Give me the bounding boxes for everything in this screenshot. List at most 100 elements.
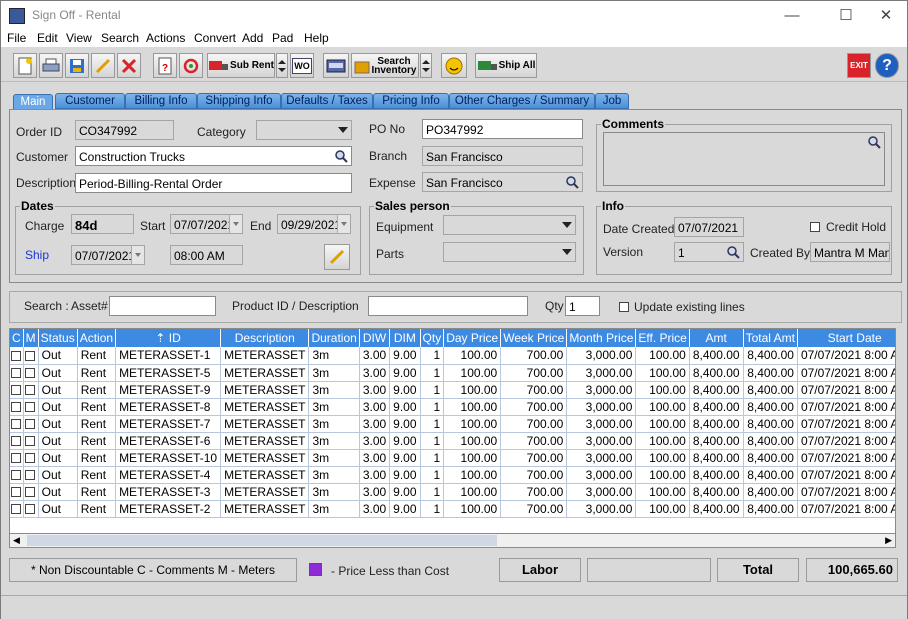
column-header[interactable]: M	[23, 329, 39, 347]
table-row[interactable]: Out Rent METERASSET-3 METERASSET 3m 3.00 9.00 1…	[10, 483, 895, 501]
tab-other-charges-summary[interactable]: Other Charges / Summary	[449, 93, 595, 109]
menu-convert[interactable]: Convert	[194, 31, 236, 45]
minimize-button[interactable]: —	[769, 1, 815, 30]
parts-dropdown[interactable]	[443, 242, 576, 262]
horizontal-scrollbar[interactable]: ◀ ▶	[9, 533, 896, 548]
equipment-dropdown[interactable]	[443, 215, 576, 235]
qty-input[interactable]: 1	[565, 296, 600, 316]
exit-button[interactable]: EXIT	[847, 53, 871, 78]
menu-add[interactable]: Add	[242, 31, 263, 45]
po-field[interactable]: PO347992	[422, 119, 583, 139]
asset-search-input[interactable]	[109, 296, 216, 316]
comment-checkbox[interactable]	[11, 385, 21, 396]
ship-date-field[interactable]: 07/07/2021	[71, 245, 145, 265]
table-row[interactable]: Out Rent METERASSET-5 METERASSET 3m 3.00 9.00 1…	[10, 364, 895, 382]
menu-edit[interactable]: Edit	[37, 31, 58, 45]
meter-checkbox[interactable]	[24, 402, 35, 413]
comment-checkbox[interactable]	[11, 351, 21, 362]
edit-button[interactable]	[91, 53, 115, 78]
column-header[interactable]: C	[10, 329, 24, 347]
end-date-spinner[interactable]	[337, 215, 350, 233]
edit-dates-button[interactable]	[324, 244, 350, 270]
search-inventory-button[interactable]: Search Inventory	[351, 53, 419, 78]
tab-main[interactable]: Main	[13, 94, 53, 110]
version-field[interactable]: 1	[674, 242, 744, 262]
comments-field[interactable]	[603, 132, 885, 186]
meter-checkbox[interactable]	[24, 385, 35, 396]
meter-checkbox[interactable]	[24, 487, 35, 498]
customer-field[interactable]: Construction Trucks	[75, 146, 352, 166]
table-row[interactable]: Out Rent METERASSET-9 METERASSET 3m 3.00 9.00 1…	[10, 381, 895, 399]
scroll-right-icon[interactable]: ▶	[885, 535, 892, 546]
column-header[interactable]: Month Price	[566, 329, 637, 347]
column-header[interactable]: Amt	[689, 329, 744, 347]
help-button[interactable]: ?	[875, 53, 899, 78]
smiley-button[interactable]	[441, 53, 467, 78]
table-row[interactable]: Out Rent METERASSET-6 METERASSET 3m 3.00 9.00 1…	[10, 432, 895, 450]
table-row[interactable]: Out Rent METERASSET-10 METERASSET 3m 3.00 9.00…	[10, 449, 895, 467]
menu-search[interactable]: Search	[101, 31, 139, 45]
comment-checkbox[interactable]	[11, 487, 21, 498]
column-header[interactable]: DIW	[359, 329, 391, 347]
tab-customer[interactable]: Customer	[55, 93, 125, 109]
meter-checkbox[interactable]	[24, 351, 35, 362]
start-date-field[interactable]: 07/07/2021	[170, 214, 243, 234]
column-header[interactable]: DIM	[389, 329, 421, 347]
close-button[interactable]: ✕	[863, 1, 908, 30]
scrollbar-thumb[interactable]	[27, 535, 497, 546]
menu-file[interactable]: File	[7, 31, 26, 45]
start-date-spinner[interactable]	[229, 215, 242, 233]
column-header[interactable]: Description	[220, 329, 310, 347]
tab-job[interactable]: Job	[595, 93, 629, 109]
new-button[interactable]	[13, 53, 37, 78]
labor-button[interactable]: Labor	[499, 558, 581, 582]
search-inventory-dropdown[interactable]	[420, 53, 432, 78]
menu-help[interactable]: Help	[304, 31, 329, 45]
keyboard-button[interactable]	[323, 53, 349, 78]
ship-all-button[interactable]: Ship All	[475, 53, 537, 78]
credit-hold-checkbox[interactable]	[810, 222, 820, 232]
meter-checkbox[interactable]	[24, 436, 35, 447]
category-dropdown[interactable]	[256, 120, 352, 140]
ship-label[interactable]: Ship	[25, 248, 49, 262]
column-header[interactable]: Week Price	[500, 329, 568, 347]
description-field[interactable]: Period-Billing-Rental Order	[75, 173, 352, 193]
meter-checkbox[interactable]	[24, 368, 35, 379]
save-button[interactable]	[65, 53, 89, 78]
comment-checkbox[interactable]	[11, 368, 21, 379]
tab-shipping-info[interactable]: Shipping Info	[197, 93, 281, 109]
comment-checkbox[interactable]	[11, 436, 21, 447]
refresh-button[interactable]	[179, 53, 203, 78]
meter-checkbox[interactable]	[24, 453, 35, 464]
column-header[interactable]: Qty	[420, 329, 445, 347]
expense-field[interactable]: San Francisco	[422, 172, 583, 192]
comment-checkbox[interactable]	[11, 419, 21, 430]
column-header[interactable]: Total Amt	[743, 329, 798, 347]
search-icon[interactable]	[867, 135, 881, 149]
menu-pad[interactable]: Pad	[272, 31, 293, 45]
menu-view[interactable]: View	[66, 31, 92, 45]
table-row[interactable]: Out Rent METERASSET-2 METERASSET 3m 3.00 9.00 1…	[10, 500, 895, 518]
end-date-field[interactable]: 09/29/2021	[277, 214, 351, 234]
table-row[interactable]: Out Rent METERASSET-7 METERASSET 3m 3.00 9.00 1…	[10, 415, 895, 433]
sub-rent-dropdown[interactable]	[276, 53, 288, 78]
table-row[interactable]: Out Rent METERASSET-4 METERASSET 3m 3.00 9.00 1…	[10, 466, 895, 484]
menu-actions[interactable]: Actions	[146, 31, 185, 45]
tab-pricing-info[interactable]: Pricing Info	[373, 93, 449, 109]
column-header[interactable]: Day Price	[443, 329, 502, 347]
table-row[interactable]: Out Rent METERASSET-1 METERASSET 3m 3.00 9.00 1…	[10, 347, 895, 365]
tab-defaults-taxes[interactable]: Defaults / Taxes	[281, 93, 373, 109]
delete-button[interactable]	[117, 53, 141, 78]
meter-checkbox[interactable]	[24, 504, 35, 515]
column-header[interactable]: Start Date	[797, 329, 895, 347]
comment-checkbox[interactable]	[11, 453, 21, 464]
work-order-button[interactable]: WO	[290, 53, 314, 78]
sub-rent-button[interactable]: Sub Rent	[207, 53, 275, 78]
meter-checkbox[interactable]	[24, 470, 35, 481]
column-header[interactable]: Status	[38, 329, 78, 347]
ship-time-field[interactable]: 08:00 AM	[170, 245, 243, 265]
calculator-button[interactable]: ?	[153, 53, 177, 78]
comment-checkbox[interactable]	[11, 402, 21, 413]
search-icon[interactable]	[334, 149, 348, 163]
search-icon[interactable]	[565, 175, 579, 189]
